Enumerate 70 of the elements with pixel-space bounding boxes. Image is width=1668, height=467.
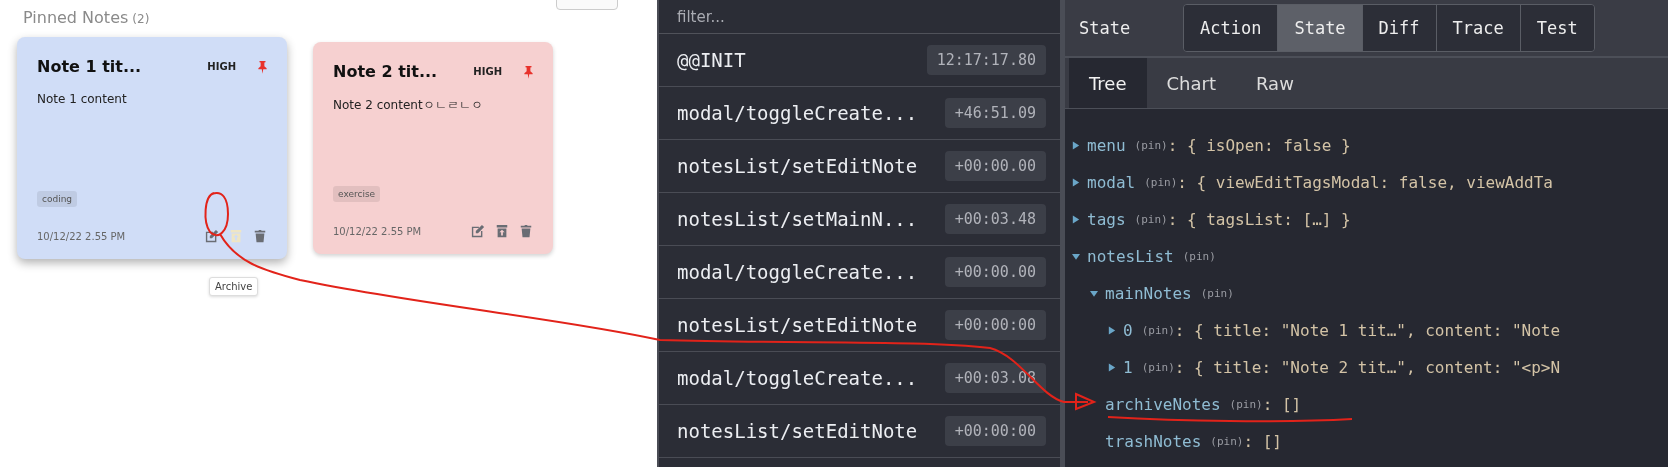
time-badge: +00:03.48	[944, 204, 1046, 234]
edit-icon[interactable]	[205, 229, 219, 243]
note-card[interactable]: Note 2 tit... HIGH Note 2 contentㅇㄴㄹㄴㅇ exercise 10/12/22 2.55 PM	[313, 42, 553, 254]
time-badge: +00:00.00	[944, 257, 1046, 287]
mode-button[interactable]: Action	[1184, 5, 1279, 51]
tree-key[interactable]: tags	[1087, 210, 1126, 229]
priority-label: HIGH	[473, 66, 502, 77]
note-content: Note 2 contentㅇㄴㄹㄴㅇ	[333, 97, 484, 114]
tree-value: : { tagsList: […] }	[1167, 210, 1351, 229]
tree-value: : { isOpen: false }	[1167, 136, 1351, 155]
expand-arrow-icon[interactable]	[1072, 178, 1080, 187]
edit-icon[interactable]	[471, 224, 485, 238]
note-title: Note 1 tit...	[37, 57, 143, 76]
pin-label[interactable]: (pin)	[1182, 250, 1216, 263]
tree-value: : { title: "Note 2 tit…", content: "<p>N	[1174, 358, 1561, 377]
view-tab[interactable]: Tree	[1069, 58, 1147, 108]
note-content: Note 1 content	[37, 92, 128, 106]
time-badge: +00:03.08	[944, 363, 1046, 393]
tree-key[interactable]: trashNotes	[1105, 432, 1202, 451]
tree-key[interactable]: menu	[1087, 136, 1126, 155]
mode-button[interactable]: Diff	[1362, 5, 1437, 51]
tag-chip[interactable]: exercise	[333, 186, 381, 202]
priority-label: HIGH	[207, 61, 236, 72]
tree-key[interactable]: notesList	[1087, 247, 1174, 266]
expand-arrow-icon[interactable]	[1072, 252, 1080, 261]
expand-arrow-icon[interactable]	[1072, 215, 1080, 224]
pin-label[interactable]: (pin)	[1200, 287, 1234, 300]
time-badge: +00:00.00	[944, 151, 1046, 181]
trash-icon[interactable]	[519, 224, 533, 238]
tree-value: : []	[1243, 432, 1282, 451]
time-badge: 12:17:17.80	[926, 45, 1046, 75]
note-title: Note 2 tit...	[333, 62, 439, 81]
note-date: 10/12/22 2.55 PM	[37, 230, 127, 242]
note-date: 10/12/22 2.55 PM	[333, 225, 423, 237]
mode-button[interactable]: Trace	[1436, 5, 1521, 51]
pin-label[interactable]: (pin)	[1210, 435, 1244, 448]
time-badge: +00:00:00	[944, 310, 1046, 340]
note-count: (2)	[132, 12, 150, 26]
tooltip: Archive	[209, 277, 259, 296]
view-tab[interactable]: Raw	[1236, 58, 1314, 108]
tree-value: : { title: "Note 1 tit…", content: "Note	[1174, 321, 1561, 340]
expand-arrow-icon[interactable]	[1108, 326, 1116, 335]
tree-key[interactable]: archiveNotes	[1105, 395, 1221, 414]
expand-arrow-icon[interactable]	[1108, 363, 1116, 372]
tree-key[interactable]: modal	[1087, 173, 1136, 192]
mode-button[interactable]: Test	[1520, 5, 1594, 51]
time-badge: +00:00:00	[944, 416, 1046, 446]
tree-key[interactable]: 0	[1123, 321, 1133, 340]
mode-button[interactable]: State	[1278, 5, 1363, 51]
trash-icon[interactable]	[253, 229, 267, 243]
pin-label[interactable]: (pin)	[1229, 398, 1263, 411]
panel-label: State	[1079, 18, 1132, 38]
view-tab[interactable]: Chart	[1146, 58, 1236, 108]
pin-icon[interactable]	[524, 64, 533, 79]
tree-value: : { viewEditTagsModal: false, viewAddTa	[1177, 173, 1553, 192]
section-title: Pinned Notes	[23, 8, 129, 27]
pin-label[interactable]: (pin)	[1134, 139, 1168, 152]
pin-label[interactable]: (pin)	[1141, 324, 1175, 337]
expand-arrow-icon[interactable]	[1072, 141, 1080, 150]
tree-key[interactable]: 1	[1123, 358, 1133, 377]
time-badge: +46:51.09	[944, 98, 1046, 128]
expand-arrow-icon[interactable]	[1090, 289, 1098, 298]
tree-value: : []	[1262, 395, 1302, 414]
tree-key[interactable]: mainNotes	[1105, 284, 1192, 303]
pin-icon[interactable]	[258, 59, 267, 74]
tag-chip[interactable]: coding	[37, 191, 78, 207]
pin-label[interactable]: (pin)	[1141, 361, 1175, 374]
pin-label[interactable]: (pin)	[1144, 176, 1178, 189]
archive-icon[interactable]	[495, 224, 509, 238]
pin-label[interactable]: (pin)	[1134, 213, 1168, 226]
